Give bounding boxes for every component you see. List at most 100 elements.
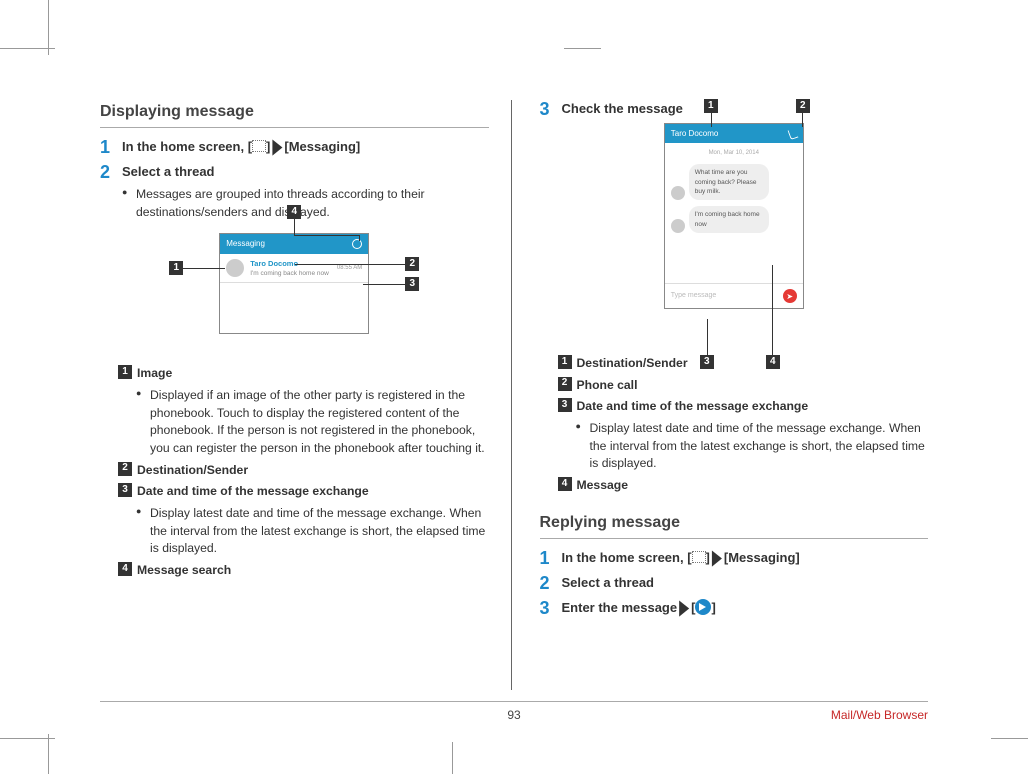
legend-label: Date and time of the message exchange [137, 483, 369, 501]
thread-row: Taro Docomo I'm coming back home now 08:… [220, 254, 368, 283]
callout-line [772, 265, 773, 355]
apps-grid-icon [692, 551, 706, 563]
legend-item-1: 1 Image [118, 365, 489, 383]
text: Enter the message [562, 600, 678, 615]
legend-label: Destination/Sender [137, 462, 248, 480]
arrow-icon: ▶ [710, 543, 724, 573]
figure-thread-list: Messaging Taro Docomo I'm coming back ho… [100, 233, 489, 353]
page-number: 93 [507, 708, 520, 722]
step-number: 1 [100, 138, 114, 156]
contact-name: Taro Docomo [671, 128, 719, 140]
legend-num: 2 [118, 462, 132, 476]
right-column: 3 Check the message Taro Docomo Mon, Mar… [540, 100, 929, 690]
crop-mark [0, 48, 55, 49]
legend-num: 1 [558, 355, 572, 369]
legend-item-4: 4 Message [558, 477, 929, 495]
conversation-body: Mon, Mar 10, 2014 What time are you comi… [665, 143, 803, 283]
avatar [226, 259, 244, 277]
send-button-icon: ➤ [783, 289, 797, 303]
text: [Messaging] [284, 139, 360, 154]
legend-num: 3 [558, 398, 572, 412]
arrow-icon: ▶ [677, 593, 691, 623]
legend-label: Image [137, 365, 172, 383]
legend-desc-1: Displayed if an image of the other party… [118, 387, 489, 458]
content-columns: Displaying message 1 In the home screen,… [100, 100, 928, 690]
text: Display latest date and time of the mess… [590, 420, 929, 473]
conversation-date: Mon, Mar 10, 2014 [671, 149, 797, 158]
message-row: I'm coming back home now [671, 206, 797, 233]
callout-3: 3 [700, 355, 714, 369]
reply-step-1-instruction: In the home screen, []▶[Messaging] [562, 549, 929, 568]
callout-line [711, 113, 712, 127]
reply-step-3-instruction: Enter the message▶[] [562, 599, 929, 618]
message-row: What time are you coming back? Please bu… [671, 164, 797, 200]
legend-label: Message [577, 477, 629, 495]
avatar [671, 186, 685, 200]
step-number: 1 [540, 549, 554, 567]
send-icon [695, 599, 711, 615]
callout-2: 2 [796, 99, 810, 113]
footer-section: Mail/Web Browser [831, 708, 928, 722]
legend-label: Message search [137, 562, 231, 580]
step-3: 3 Check the message [540, 100, 929, 119]
text: Display latest date and time of the mess… [150, 505, 489, 558]
step-2-title: Select a thread [122, 163, 489, 182]
crop-mark [564, 48, 601, 49]
callout-1: 1 [169, 261, 183, 275]
message-bubble: I'm coming back home now [689, 206, 769, 233]
crop-mark [452, 742, 453, 774]
callout-2: 2 [405, 257, 419, 271]
step-2-body: Select a thread Messages are grouped int… [122, 163, 489, 223]
text: In the home screen, [ [122, 139, 252, 154]
legend-num: 4 [118, 562, 132, 576]
text: In the home screen, [ [562, 550, 692, 565]
figure-2-legend: 1 Destination/Sender 2 Phone call 3 Date… [540, 355, 929, 495]
legend-label: Phone call [577, 377, 638, 395]
screenshot-header: Messaging [220, 234, 368, 254]
search-icon [352, 239, 362, 249]
message-bubble: What time are you coming back? Please bu… [689, 164, 769, 200]
legend-item-2: 2 Phone call [558, 377, 929, 395]
legend-desc-3: Display latest date and time of the mess… [118, 505, 489, 558]
left-column: Displaying message 1 In the home screen,… [100, 100, 512, 690]
callout-line [183, 268, 225, 269]
text: [Messaging] [724, 550, 800, 565]
legend-item-2: 2 Destination/Sender [118, 462, 489, 480]
phone-icon [787, 128, 798, 140]
step-number: 3 [540, 100, 554, 118]
legend-item-1: 1 Destination/Sender [558, 355, 929, 373]
step-number: 2 [100, 163, 114, 181]
legend-num: 3 [118, 483, 132, 497]
input-placeholder: Type message [671, 291, 717, 301]
figure-1-legend: 1 Image Displayed if an image of the oth… [100, 365, 489, 580]
callout-4: 4 [287, 205, 301, 219]
step-number: 2 [540, 574, 554, 592]
callout-line [363, 284, 405, 285]
callout-line [294, 235, 359, 236]
legend-label: Destination/Sender [577, 355, 688, 373]
section-title-replying: Replying message [540, 511, 929, 539]
legend-num: 2 [558, 377, 572, 391]
callout-1: 1 [704, 99, 718, 113]
step-1: 1 In the home screen, []▶[Messaging] [100, 138, 489, 157]
callout-4: 4 [766, 355, 780, 369]
callout-3: 3 [405, 277, 419, 291]
thread-text: Taro Docomo I'm coming back home now [250, 259, 331, 277]
crop-mark [991, 738, 1028, 739]
crop-mark [48, 0, 49, 55]
legend-item-4: 4 Message search [118, 562, 489, 580]
message-input-row: Type message ➤ [665, 283, 803, 308]
legend-item-3: 3 Date and time of the message exchange [118, 483, 489, 501]
screenshot-empty [220, 283, 368, 333]
reply-step-1: 1 In the home screen, []▶[Messaging] [540, 549, 929, 568]
note: Messages are grouped into threads accord… [136, 186, 489, 221]
legend-label: Date and time of the message exchange [577, 398, 809, 416]
app-title: Messaging [226, 238, 265, 250]
apps-grid-icon [252, 140, 266, 152]
arrow-icon: ▶ [270, 133, 284, 163]
avatar [671, 219, 685, 233]
section-title-displaying: Displaying message [100, 100, 489, 128]
manual-page: Displaying message 1 In the home screen,… [0, 0, 1028, 774]
step-number: 3 [540, 599, 554, 617]
text: ] [711, 600, 715, 615]
